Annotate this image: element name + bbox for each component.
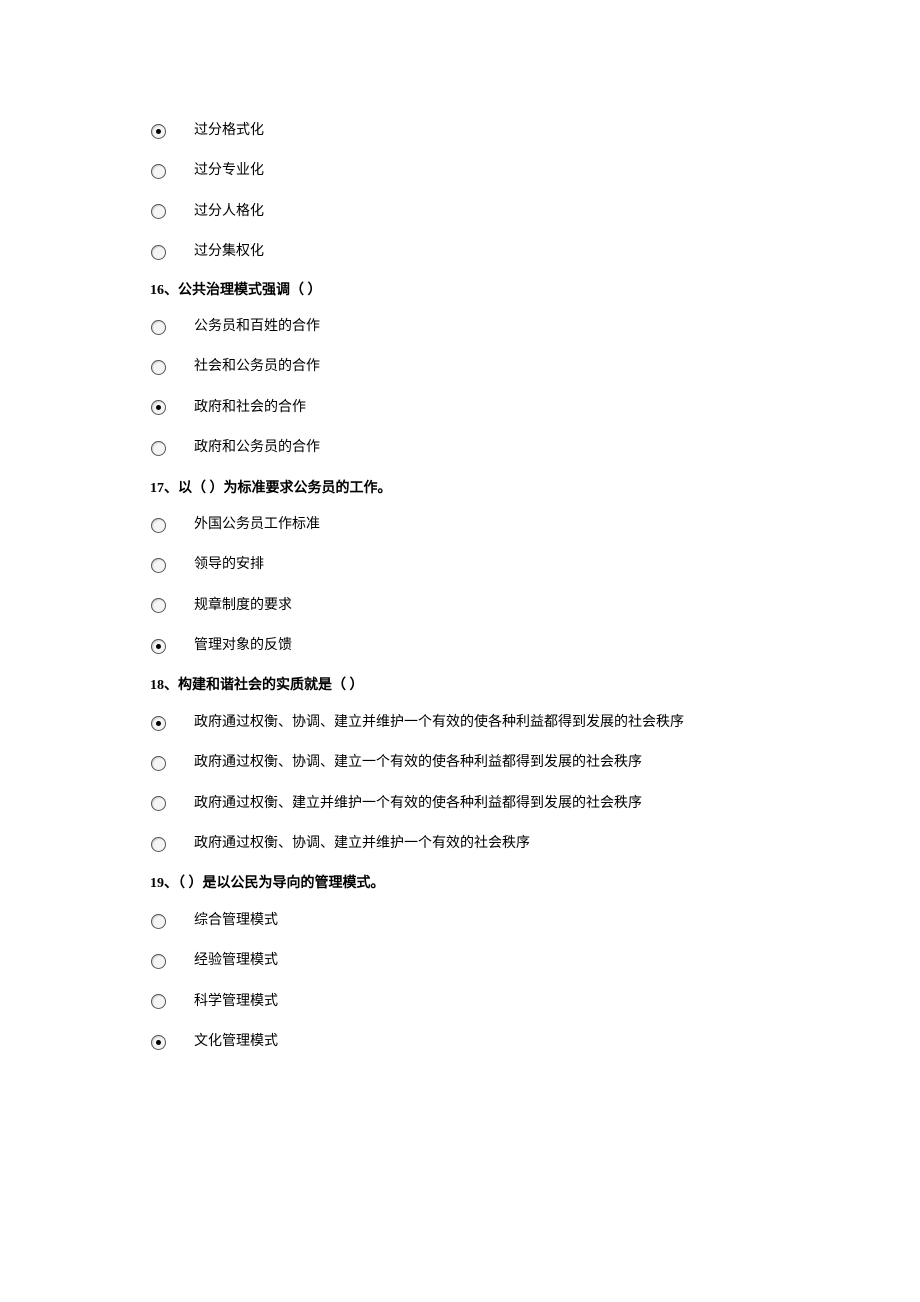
radio-button[interactable] xyxy=(150,244,166,260)
radio-button[interactable] xyxy=(150,994,166,1010)
option-label: 过分专业化 xyxy=(194,160,264,182)
option-label: 科学管理模式 xyxy=(194,991,278,1013)
question-text: 17、以（ ）为标准要求公务员的工作。 xyxy=(150,478,770,500)
radio-button[interactable] xyxy=(150,836,166,852)
radio-button[interactable] xyxy=(150,1034,166,1050)
radio-button[interactable] xyxy=(150,715,166,731)
radio-button[interactable] xyxy=(150,440,166,456)
option-label: 综合管理模式 xyxy=(194,910,278,932)
option-label: 过分人格化 xyxy=(194,201,264,223)
option-row: 过分集权化 xyxy=(150,231,770,271)
radio-button[interactable] xyxy=(150,953,166,969)
option-row: 公务员和百姓的合作 xyxy=(150,306,770,346)
option-label: 管理对象的反馈 xyxy=(194,635,292,657)
option-label: 规章制度的要求 xyxy=(194,595,292,617)
option-row: 政府和社会的合作 xyxy=(150,387,770,427)
option-row: 规章制度的要求 xyxy=(150,585,770,625)
option-row: 政府通过权衡、协调、建立一个有效的使各种利益都得到发展的社会秩序 xyxy=(150,742,770,782)
question-block: 16、公共治理模式强调（ ） 公务员和百姓的合作社会和公务员的合作政府和社会的合作… xyxy=(150,280,770,468)
radio-button[interactable] xyxy=(150,598,166,614)
question-text: 19、（ ）是以公民为导向的管理模式。 xyxy=(150,873,770,895)
question-block: 19、（ ）是以公民为导向的管理模式。综合管理模式经验管理模式科学管理模式文化管… xyxy=(150,873,770,1061)
radio-button[interactable] xyxy=(150,755,166,771)
option-row: 综合管理模式 xyxy=(150,900,770,940)
option-row: 领导的安排 xyxy=(150,544,770,584)
option-label: 政府通过权衡、协调、建立并维护一个有效的使各种利益都得到发展的社会秩序 xyxy=(194,712,684,734)
option-label: 外国公务员工作标准 xyxy=(194,514,320,536)
option-label: 社会和公务员的合作 xyxy=(194,356,320,378)
radio-button[interactable] xyxy=(150,913,166,929)
radio-button[interactable] xyxy=(150,164,166,180)
option-row: 过分人格化 xyxy=(150,191,770,231)
option-row: 外国公务员工作标准 xyxy=(150,504,770,544)
option-label: 过分集权化 xyxy=(194,241,264,263)
radio-button[interactable] xyxy=(150,204,166,220)
option-row: 社会和公务员的合作 xyxy=(150,346,770,386)
question-block: 18、构建和谐社会的实质就是（ ） 政府通过权衡、协调、建立并维护一个有效的使各种… xyxy=(150,675,770,863)
radio-button[interactable] xyxy=(150,319,166,335)
question-text: 18、构建和谐社会的实质就是（ ） xyxy=(150,675,770,697)
radio-button[interactable] xyxy=(150,796,166,812)
option-row: 政府和公务员的合作 xyxy=(150,427,770,467)
option-label: 过分格式化 xyxy=(194,120,264,142)
option-label: 公务员和百姓的合作 xyxy=(194,316,320,338)
question-block: 17、以（ ）为标准要求公务员的工作。外国公务员工作标准领导的安排规章制度的要求… xyxy=(150,478,770,666)
option-label: 文化管理模式 xyxy=(194,1031,278,1053)
option-row: 政府通过权衡、协调、建立并维护一个有效的使各种利益都得到发展的社会秩序 xyxy=(150,702,770,742)
option-label: 经验管理模式 xyxy=(194,950,278,972)
option-label: 政府和公务员的合作 xyxy=(194,437,320,459)
option-row: 政府通过权衡、协调、建立并维护一个有效的社会秩序 xyxy=(150,823,770,863)
radio-button[interactable] xyxy=(150,557,166,573)
option-label: 领导的安排 xyxy=(194,554,264,576)
option-row: 科学管理模式 xyxy=(150,981,770,1021)
option-row: 经验管理模式 xyxy=(150,940,770,980)
option-label: 政府通过权衡、协调、建立一个有效的使各种利益都得到发展的社会秩序 xyxy=(194,752,642,774)
radio-button[interactable] xyxy=(150,400,166,416)
option-label: 政府通过权衡、协调、建立并维护一个有效的社会秩序 xyxy=(194,833,530,855)
radio-button[interactable] xyxy=(150,517,166,533)
quiz-content: 过分格式化过分专业化过分人格化过分集权化 16、公共治理模式强调（ ） 公务员和百姓… xyxy=(150,110,770,1061)
option-row: 过分专业化 xyxy=(150,150,770,190)
radio-button[interactable] xyxy=(150,638,166,654)
option-label: 政府和社会的合作 xyxy=(194,397,306,419)
radio-button[interactable] xyxy=(150,123,166,139)
option-label: 政府通过权衡、建立并维护一个有效的使各种利益都得到发展的社会秩序 xyxy=(194,793,642,815)
radio-button[interactable] xyxy=(150,360,166,376)
option-row: 管理对象的反馈 xyxy=(150,625,770,665)
question-text: 16、公共治理模式强调（ ） xyxy=(150,280,770,302)
option-row: 过分格式化 xyxy=(150,110,770,150)
option-row: 政府通过权衡、建立并维护一个有效的使各种利益都得到发展的社会秩序 xyxy=(150,783,770,823)
option-row: 文化管理模式 xyxy=(150,1021,770,1061)
